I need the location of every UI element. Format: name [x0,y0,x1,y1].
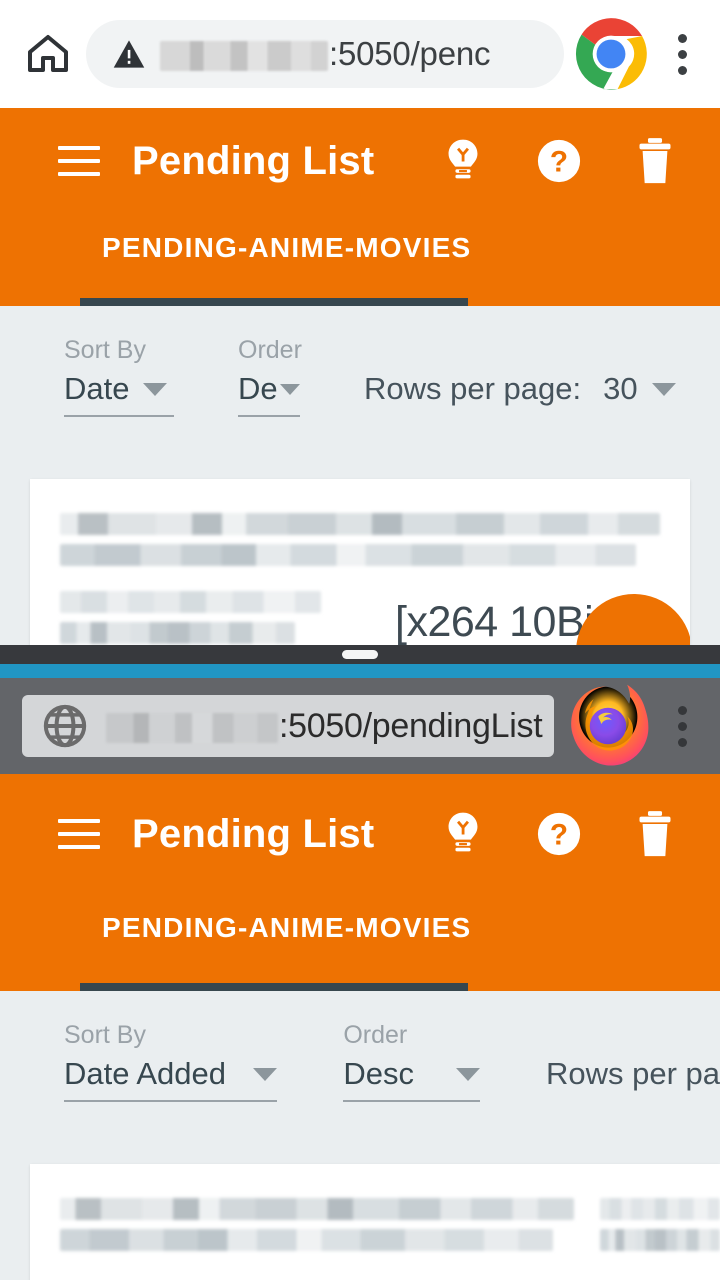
order-value: De [238,371,278,406]
tab-bar: PENDING-ANIME-MOVIES [0,894,720,986]
firefox-url-text: :5050/pendingList [106,706,543,746]
page-title: Pending List [132,138,375,183]
chrome-menu-button[interactable] [660,20,704,88]
app-body-firefox: Sort By Date Added Order Desc Rows per p… [0,991,720,1280]
lightbulb-icon[interactable] [440,809,486,859]
tab-indicator [80,298,468,306]
globe-icon [43,704,87,748]
rows-per-page-label: Rows per page: [364,371,582,406]
split-screen-root: :5050/penc Pending List ? PENDING-ANIME-… [0,0,720,1280]
trash-icon[interactable] [632,136,678,186]
help-circle-icon[interactable]: ? [536,809,582,859]
order-label: Order [238,336,302,364]
chrome-toolbar: :5050/penc [0,0,720,108]
firefox-menu-button[interactable] [660,692,704,760]
firefox-browser-panel: :5050/pendingList Pending List ? PENDING… [0,664,720,1280]
chrome-url-path: :5050/penc [329,35,491,72]
split-screen-divider[interactable] [0,645,720,664]
chrome-logo-icon[interactable] [572,15,650,93]
redacted-hostname [106,712,278,743]
rows-per-page-label: Rows per pa [545,1056,720,1091]
sort-by-value: Date [64,371,130,406]
redacted-title-line [600,1198,720,1220]
firefox-url-path: :5050/pendingList [279,706,543,745]
tab-pending-anime-movies[interactable]: PENDING-ANIME-MOVIES [0,214,471,264]
app-header-chrome: Pending List ? PENDING-ANIME-MOVIES [0,108,720,306]
hamburger-menu-icon[interactable] [58,146,100,176]
chevron-down-icon [279,383,300,395]
rows-per-page-chrome[interactable]: Rows per page: 30 [364,371,676,417]
sort-by-label: Sort By [64,1021,146,1049]
chrome-url-bar[interactable]: :5050/penc [86,20,564,88]
card-quality-title: [720p] [60,1274,720,1280]
list-item-card-chrome[interactable]: [x264 10Bit] [30,479,690,645]
order-label: Order [343,1021,408,1049]
chevron-down-icon [455,1067,480,1081]
rows-per-page-value: 30 [603,371,638,406]
redacted-title-line [60,544,636,566]
sort-by-label: Sort By [64,336,146,364]
rows-per-page-firefox[interactable]: Rows per pa [546,1056,720,1102]
tab-indicator [80,983,468,991]
lightbulb-icon[interactable] [440,136,486,186]
chevron-down-icon [143,382,168,396]
order-field[interactable]: Order De [238,336,302,417]
warning-triangle-icon [113,40,145,68]
firefox-toolbar: :5050/pendingList [0,678,720,774]
three-dot-menu-icon [677,33,687,43]
svg-text:?: ? [550,819,568,852]
sort-controls-firefox: Sort By Date Added Order Desc Rows per p… [0,991,720,1102]
sort-by-field[interactable]: Sort By Date Added [64,1021,278,1102]
trash-icon[interactable] [632,809,678,859]
sort-controls-chrome: Sort By Date Order De Rows per page: 30 [0,306,720,417]
redacted-hostname [160,41,328,72]
redacted-title-line [60,1229,554,1251]
sort-by-field[interactable]: Sort By Date [64,336,174,417]
app-toolbar: Pending List ? [0,108,720,214]
redacted-title-line [60,513,660,535]
three-dot-menu-icon [677,705,687,715]
home-icon[interactable] [22,28,74,80]
help-circle-icon[interactable]: ? [536,136,582,186]
app-header-firefox: Pending List ? PENDING-ANIME-MOVIES [0,774,720,991]
svg-text:?: ? [550,146,568,179]
page-title: Pending List [132,811,375,856]
order-value: Desc [343,1056,414,1091]
chrome-browser-panel: :5050/penc Pending List ? PENDING-ANIME-… [0,0,720,645]
redacted-title-line [60,1198,574,1220]
redacted-subtitle-line [60,591,322,613]
list-item-card-firefox[interactable]: [720p] [30,1164,720,1280]
order-field[interactable]: Order Desc [343,1021,480,1102]
hamburger-menu-icon[interactable] [58,819,100,849]
app-actions: ? [440,809,720,859]
app-toolbar: Pending List ? [0,774,720,894]
app-actions: ? [440,136,720,186]
sort-by-value: Date Added [64,1056,227,1091]
firefox-url-bar[interactable]: :5050/pendingList [22,695,554,757]
tab-pending-anime-movies[interactable]: PENDING-ANIME-MOVIES [0,894,471,944]
redacted-subtitle-line [60,622,295,644]
redacted-title-line [600,1229,720,1251]
chevron-down-icon [651,382,676,396]
chevron-down-icon [253,1067,278,1081]
tab-bar: PENDING-ANIME-MOVIES [0,214,720,306]
drag-handle[interactable] [342,650,378,659]
app-body-chrome: Sort By Date Order De Rows per page: 30 [0,306,720,645]
firefox-accent-stripe [0,664,720,678]
firefox-logo-icon[interactable] [560,678,656,774]
chrome-url-text: :5050/penc [160,35,491,73]
